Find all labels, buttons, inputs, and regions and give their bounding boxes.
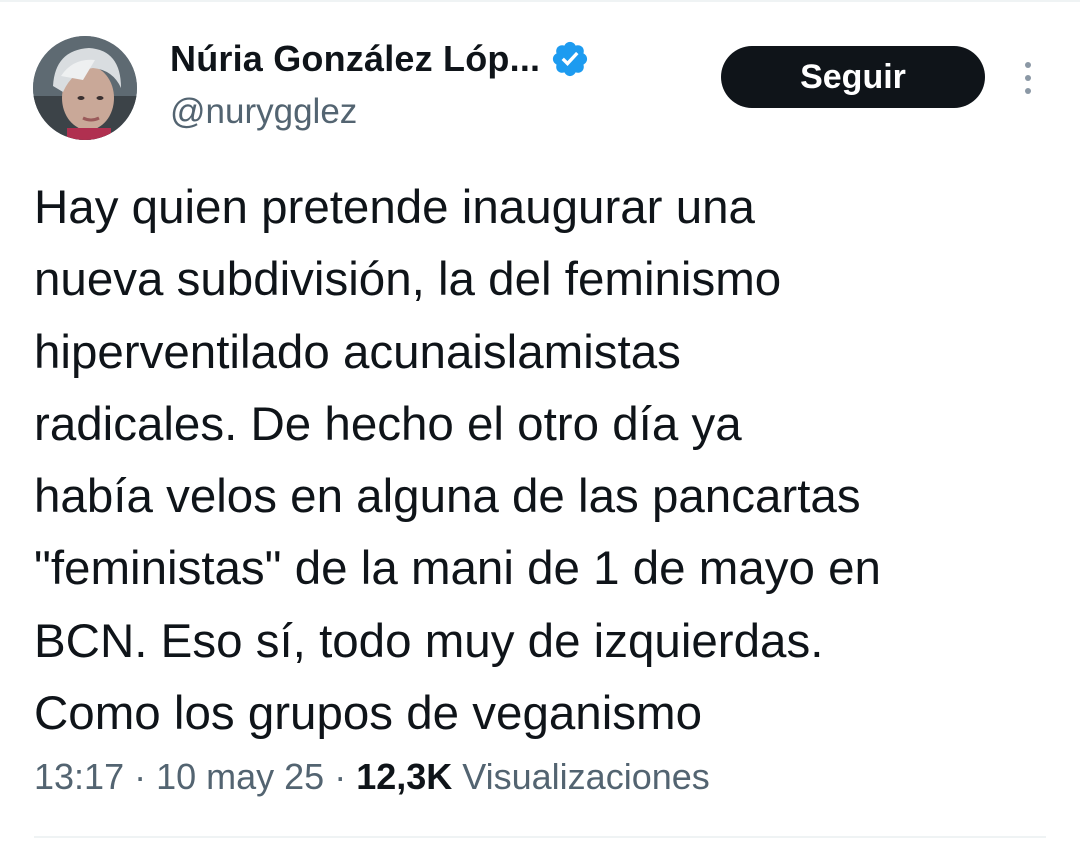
avatar[interactable] [33,36,137,140]
avatar-image [33,36,137,140]
author-handle[interactable]: @nurygglez [170,92,357,132]
tweet-text-line: hiperventilado acunaislamistas [34,325,681,379]
meta-separator: · [134,756,147,797]
tweet-meta: 13:17 · 10 may 25 · 12,3K Visualizacione… [34,756,710,798]
tweet-time[interactable]: 13:17 [34,756,124,798]
tweet-text-line: nueva subdivisión, la del feminismo [34,253,782,307]
tweet-text-line: radicales. De hecho el otro día ya [34,397,742,451]
tweet-text-line: había velos en alguna de las pancartas [34,470,861,524]
tweet-text-line: Hay quien pretende inaugurar una [34,181,755,234]
tweet-text-line: "feministas" de la mani de 1 de mayo en [34,542,881,596]
tweet-text: Hay quien pretende inaugurar una nueva s… [34,172,1054,750]
tweet-text-line: Como los grupos de veganismo [34,687,702,741]
views-count[interactable]: 12,3K [356,756,452,798]
bottom-divider [34,836,1046,838]
verified-badge-icon[interactable] [550,39,590,79]
more-vertical-icon[interactable] [1010,56,1046,100]
author-name-row: Núria González Lóp... [170,36,590,82]
more-dot [1025,62,1031,68]
more-dot [1025,75,1031,81]
views-label[interactable]: Visualizaciones [462,756,709,798]
more-dot [1025,88,1031,94]
meta-separator: · [334,756,347,797]
top-divider [0,0,1080,2]
follow-button[interactable]: Seguir [721,46,985,108]
tweet-card: Núria González Lóp... @nurygglez Seguir … [0,0,1080,844]
tweet-text-line: BCN. Eso sí, todo muy de izquierdas. [34,614,824,668]
author-display-name[interactable]: Núria González Lóp... [170,38,540,80]
tweet-date[interactable]: 10 may 25 [156,756,324,798]
